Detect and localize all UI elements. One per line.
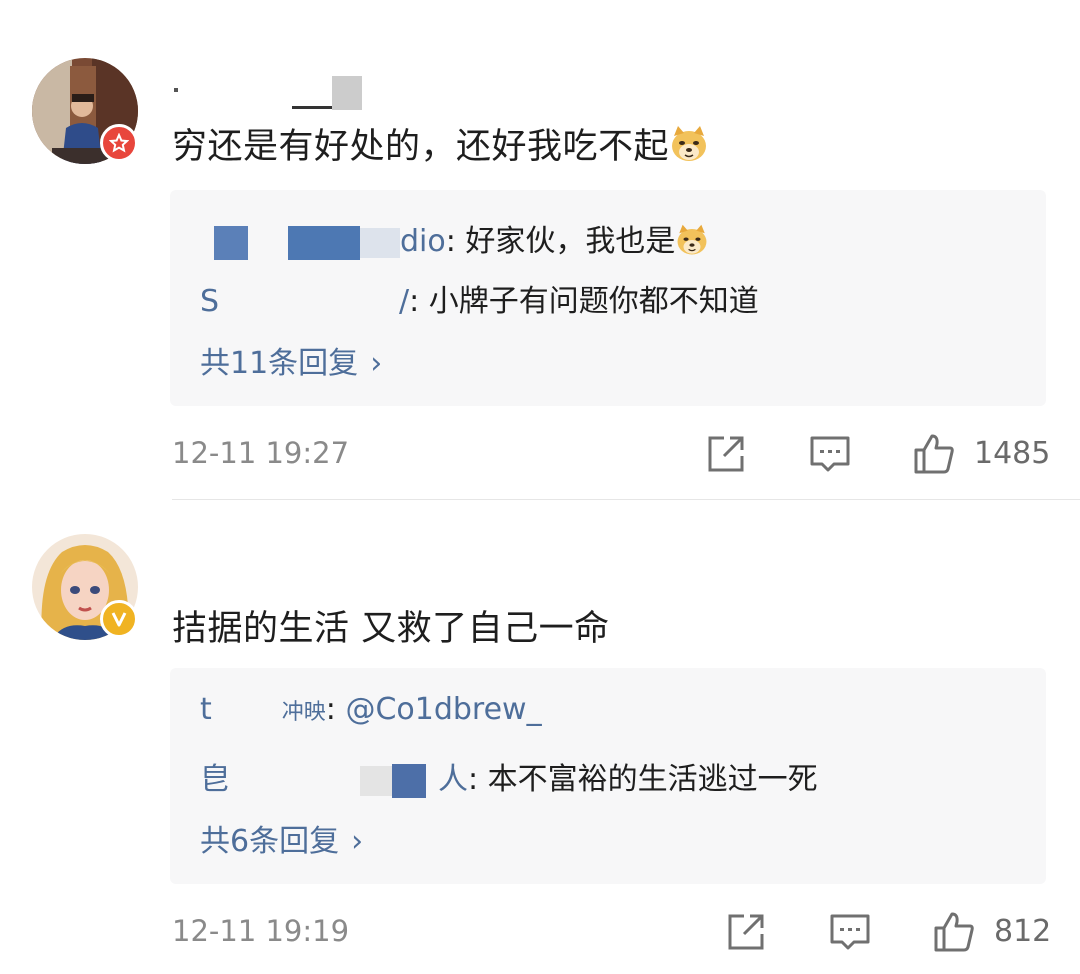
comment-item: 穷还是有好处的，还好我吃不起 dio: 好家伙，我也是 S /: 小牌子有问题你…: [0, 0, 1080, 500]
username-redacted[interactable]: [172, 76, 362, 110]
verified-badge-icon: [100, 600, 138, 638]
more-replies-link[interactable]: 共6条回复 ›: [200, 816, 363, 860]
comment-text: 拮据的生活 又救了自己一命: [172, 609, 610, 649]
reply-item[interactable]: S/: 小牌子有问题你都不知道: [200, 276, 759, 320]
reply-author[interactable]: t 冲映: [200, 692, 326, 727]
comment-timestamp: 12-11 19:19: [172, 914, 350, 948]
share-icon[interactable]: [704, 432, 748, 476]
chevron-right-icon: ›: [351, 824, 364, 859]
like-icon[interactable]: [932, 910, 976, 954]
user-badge-icon: [100, 124, 138, 162]
mention-link[interactable]: @Co1dbrew_: [345, 692, 541, 727]
like-count: 1485: [974, 436, 1051, 471]
reply-item[interactable]: t 冲映: @Co1dbrew_: [200, 692, 542, 727]
comment-timestamp: 12-11 19:27: [172, 436, 350, 470]
reply-item[interactable]: dio: 好家伙，我也是: [200, 216, 709, 260]
like-icon[interactable]: [912, 432, 956, 476]
chevron-right-icon: ›: [370, 346, 383, 381]
like-count: 812: [994, 914, 1052, 949]
reply-preview-box[interactable]: t 冲映: @Co1dbrew_ 皀人: 本不富裕的生活逃过一死 共6条回复 ›: [170, 668, 1046, 884]
comment-icon[interactable]: [808, 432, 852, 476]
reply-author[interactable]: 皀人: [200, 762, 468, 798]
reply-preview-box[interactable]: dio: 好家伙，我也是 S/: 小牌子有问题你都不知道 共11条回复 ›: [170, 190, 1046, 406]
comment-icon[interactable]: [828, 910, 872, 954]
comment-text: 穷还是有好处的，还好我吃不起: [172, 118, 709, 169]
more-replies-link[interactable]: 共11条回复 ›: [200, 338, 382, 382]
reply-author[interactable]: S /: [200, 284, 409, 319]
reply-author[interactable]: dio: [200, 224, 446, 260]
reply-item[interactable]: 皀人: 本不富裕的生活逃过一死: [200, 754, 818, 798]
share-icon[interactable]: [724, 910, 768, 954]
doge-emoji-icon: [677, 224, 707, 255]
doge-emoji-icon: [672, 126, 707, 161]
comment-item: 拮据的生活 又救了自己一命 t 冲映: @Co1dbrew_ 皀人: 本不富裕的生…: [0, 500, 1080, 974]
